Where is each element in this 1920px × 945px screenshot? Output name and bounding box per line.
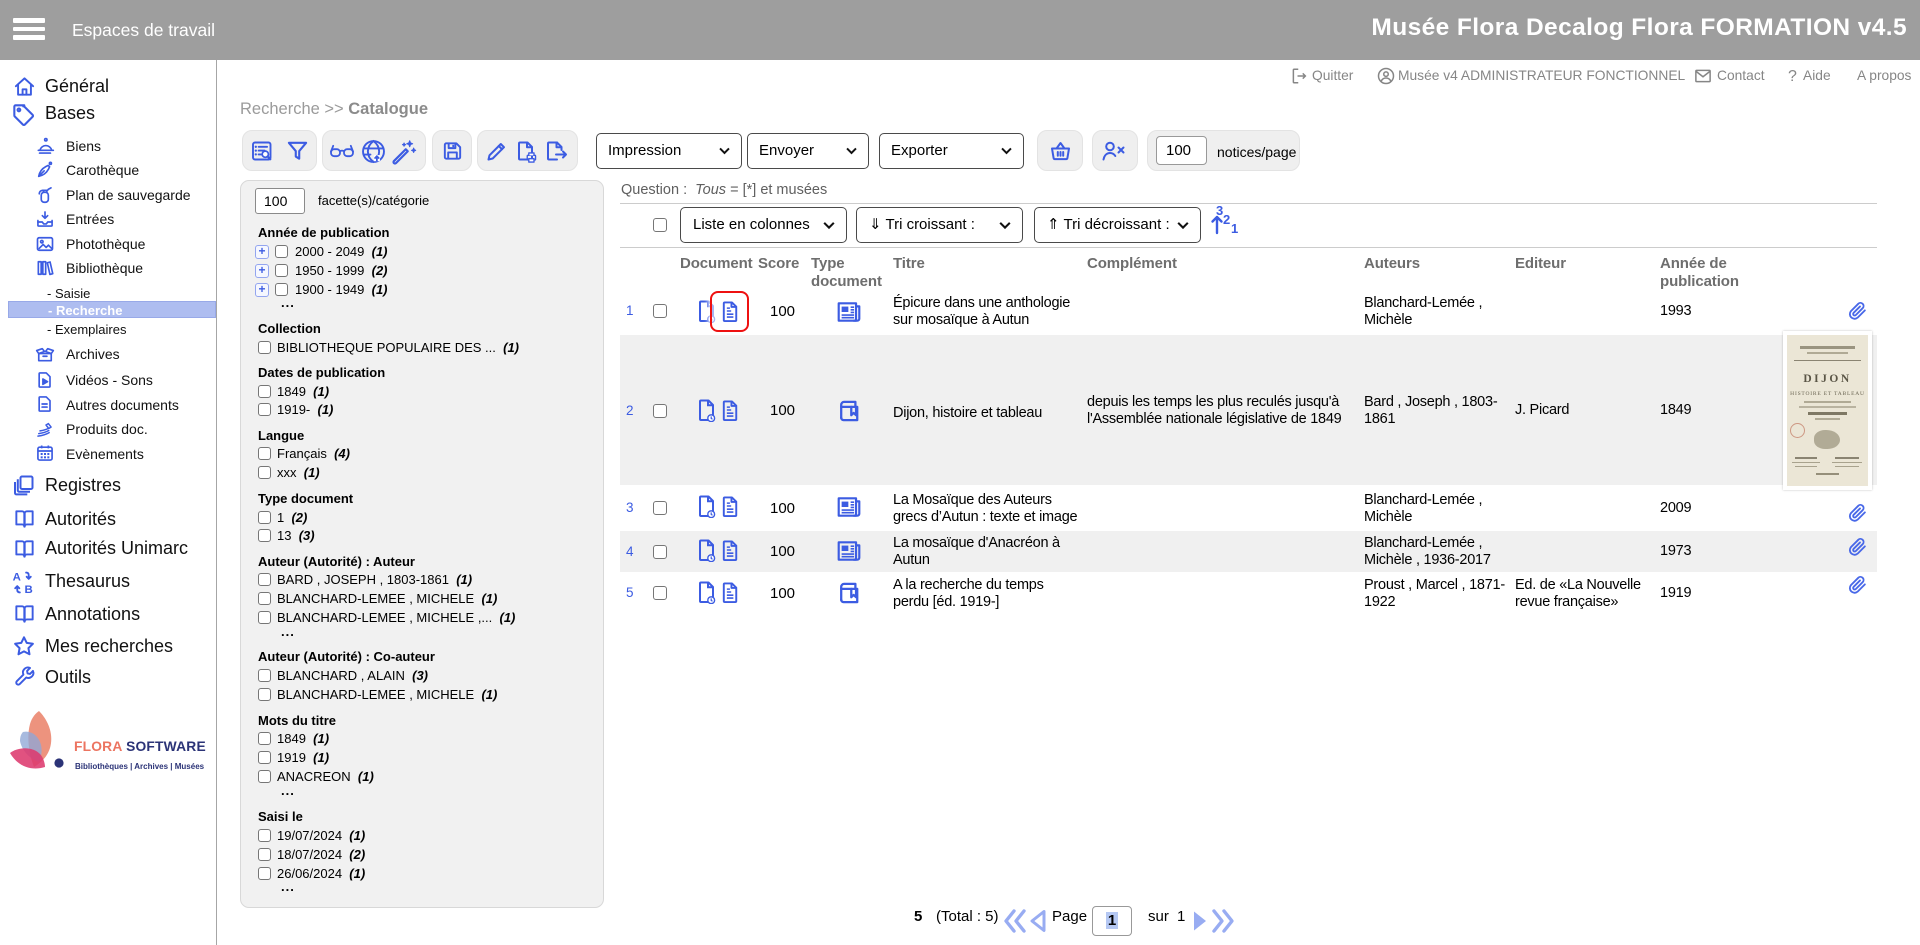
svg-text:A: A	[13, 571, 21, 583]
svg-text:B: B	[25, 584, 33, 595]
